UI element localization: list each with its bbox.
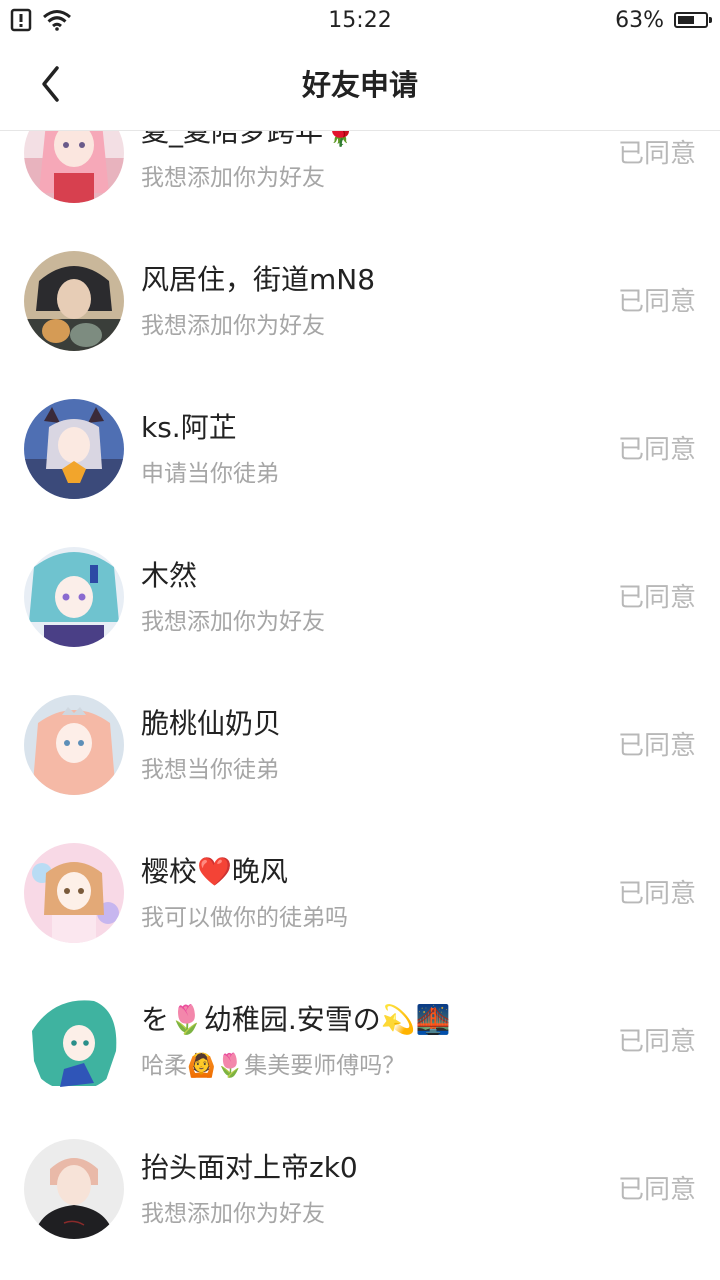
request-message: 哈柔🙆🌷集美要师傅吗？ — [141, 1053, 406, 1079]
request-message: 我想添加你为好友 — [141, 313, 325, 339]
header-bar: 好友申请 — [0, 40, 720, 131]
request-message: 我可以做你的徒弟吗 — [141, 905, 348, 931]
friend-request-row[interactable]: 夏_夏陪梦跨年🌹 我想添加你为好友 已同意 — [0, 131, 720, 226]
status-left — [0, 8, 72, 32]
requester-name: 木然 — [141, 559, 198, 592]
friend-request-row[interactable]: 风居住，街道mN8 我想添加你为好友 已同意 — [0, 226, 720, 374]
request-status: 已同意 — [617, 1027, 696, 1057]
requester-name: を🌷幼稚园.安雪の💫🌉 — [141, 1003, 451, 1036]
friend-request-row[interactable]: を🌷幼稚园.安雪の💫🌉 哈柔🙆🌷集美要师傅吗？ 已同意 — [0, 966, 720, 1114]
requester-name: 樱校❤️晚风 — [141, 855, 288, 888]
avatar[interactable] — [24, 1139, 124, 1239]
battery-level-fill — [678, 16, 694, 24]
request-status: 已同意 — [617, 139, 696, 169]
requester-name: 风居住，街道mN8 — [141, 263, 376, 296]
request-status: 已同意 — [617, 287, 696, 317]
request-message: 我想添加你为好友 — [141, 165, 325, 191]
status-time: 15:22 — [328, 7, 392, 33]
avatar[interactable] — [24, 991, 124, 1091]
request-status: 已同意 — [617, 583, 696, 613]
requester-name: 脆桃仙奶贝 — [141, 707, 282, 740]
avatar[interactable] — [24, 695, 124, 795]
avatar[interactable] — [24, 547, 124, 647]
wifi-icon — [42, 9, 72, 31]
battery-percent: 63% — [615, 7, 664, 33]
request-message: 申请当你徒弟 — [141, 461, 279, 487]
request-status: 已同意 — [617, 879, 696, 909]
avatar[interactable] — [24, 131, 124, 203]
avatar[interactable] — [24, 251, 124, 351]
avatar[interactable] — [24, 843, 124, 943]
friend-request-list[interactable]: 夏_夏陪梦跨年🌹 我想添加你为好友 已同意 风居住，街道mN8 我想添加你为好友… — [0, 131, 720, 1280]
friend-request-row[interactable]: 樱校❤️晚风 我可以做你的徒弟吗 已同意 — [0, 818, 720, 966]
request-status: 已同意 — [617, 435, 696, 465]
request-status: 已同意 — [617, 1175, 696, 1205]
request-status: 已同意 — [617, 731, 696, 761]
notification-alert-icon — [10, 8, 32, 32]
friend-request-row[interactable]: 脆桃仙奶贝 我想当你徒弟 已同意 — [0, 670, 720, 818]
requester-name: 夏_夏陪梦跨年🌹 — [141, 131, 358, 148]
status-right: 63% — [615, 8, 720, 33]
battery-icon — [674, 12, 712, 28]
friend-request-row[interactable]: 抬头面对上帝zk0 我想添加你为好友 已同意 — [0, 1114, 720, 1262]
requester-name: ks.阿芷 — [141, 411, 237, 444]
request-message: 我想添加你为好友 — [141, 609, 325, 635]
request-message: 我想当你徒弟 — [141, 757, 279, 783]
friend-request-row[interactable]: ks.阿芷 申请当你徒弟 已同意 — [0, 374, 720, 522]
request-message: 我想添加你为好友 — [141, 1201, 325, 1227]
status-bar: 15:22 63% — [0, 0, 720, 40]
requester-name: 抬头面对上帝zk0 — [141, 1151, 358, 1184]
page-title: 好友申请 — [301, 68, 418, 102]
friend-request-row[interactable]: 木然 我想添加你为好友 已同意 — [0, 522, 720, 670]
avatar[interactable] — [24, 399, 124, 499]
